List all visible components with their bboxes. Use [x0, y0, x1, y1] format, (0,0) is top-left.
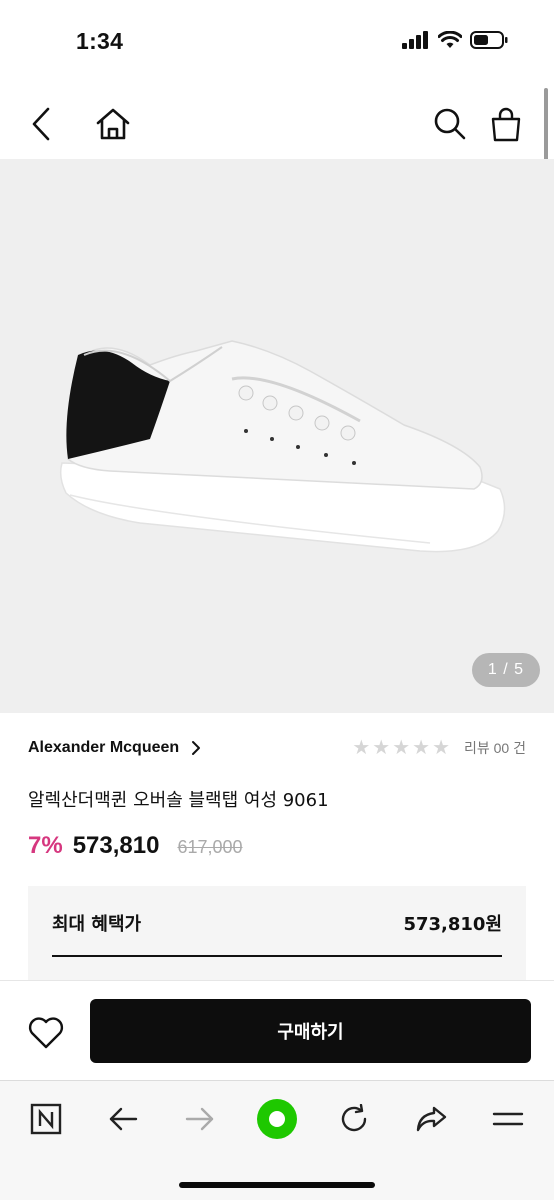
green-dot-button[interactable] — [255, 1097, 299, 1141]
back-arrow-icon — [109, 1107, 138, 1131]
original-price: 617,000 — [177, 837, 243, 857]
image-counter: 1 / 5 — [472, 653, 540, 687]
max-benefit-box[interactable]: 최대 혜택가 573,810원 — [28, 886, 526, 982]
sale-price: 573,810 — [72, 832, 160, 859]
signal-icon — [402, 31, 428, 49]
share-button[interactable] — [409, 1097, 453, 1141]
menu-icon — [492, 1112, 524, 1126]
review-count: 리뷰 00 건 — [464, 740, 526, 756]
benefit-label: 최대 혜택가 — [52, 914, 142, 935]
cart-button[interactable] — [484, 102, 528, 146]
price-row: 7% 573,810 617,000 — [28, 832, 243, 860]
naver-n-icon — [30, 1103, 62, 1135]
browser-toolbar — [0, 1080, 554, 1200]
divider — [52, 955, 502, 957]
discount-rate: 7% — [28, 832, 63, 859]
reload-icon — [341, 1104, 367, 1132]
product-title: 알렉산더맥퀸 오버솔 블랙탭 여성 9061 — [28, 790, 329, 811]
wifi-icon — [438, 31, 462, 48]
sneaker-image — [59, 340, 506, 553]
brand-link[interactable]: Alexander Mcqueen — [28, 739, 179, 757]
star-icon: ★ — [352, 737, 371, 759]
menu-button[interactable] — [486, 1097, 530, 1141]
status-bar: 1:34 — [0, 0, 554, 80]
buy-button[interactable]: 구매하기 — [90, 999, 531, 1063]
back-button[interactable] — [20, 102, 64, 146]
status-icons — [402, 30, 508, 50]
shopping-bag-icon — [491, 107, 521, 142]
star-icon: ★ — [392, 737, 411, 759]
search-button[interactable] — [428, 102, 472, 146]
naver-home-button[interactable] — [24, 1097, 68, 1141]
star-icon: ★ — [372, 737, 391, 759]
brand-row: Alexander Mcqueen ★ ★ ★ ★ ★ 리뷰 00 건 — [28, 736, 526, 760]
home-icon — [96, 108, 130, 140]
review-summary[interactable]: ★ ★ ★ ★ ★ 리뷰 00 건 — [350, 738, 526, 758]
battery-icon — [470, 31, 508, 49]
share-icon — [416, 1106, 447, 1132]
status-time: 1:34 — [76, 28, 124, 54]
home-button[interactable] — [91, 102, 135, 146]
top-nav — [0, 88, 554, 158]
search-icon — [434, 108, 466, 140]
purchase-bar: 구매하기 — [0, 980, 554, 1080]
chevron-left-icon — [32, 107, 50, 141]
star-icon: ★ — [432, 737, 450, 759]
browser-back-button[interactable] — [101, 1097, 145, 1141]
browser-forward-button[interactable] — [178, 1097, 222, 1141]
green-dot-icon — [257, 1099, 297, 1139]
star-icon: ★ — [412, 737, 431, 759]
chevron-right-icon[interactable] — [191, 740, 201, 756]
home-indicator[interactable] — [179, 1182, 375, 1188]
wishlist-button[interactable] — [24, 1011, 68, 1055]
forward-arrow-icon — [185, 1107, 214, 1131]
heart-icon — [28, 1017, 64, 1049]
benefit-price: 573,810원 — [403, 914, 502, 935]
reload-button[interactable] — [332, 1097, 376, 1141]
product-image-gallery[interactable]: 1 / 5 — [0, 159, 554, 713]
